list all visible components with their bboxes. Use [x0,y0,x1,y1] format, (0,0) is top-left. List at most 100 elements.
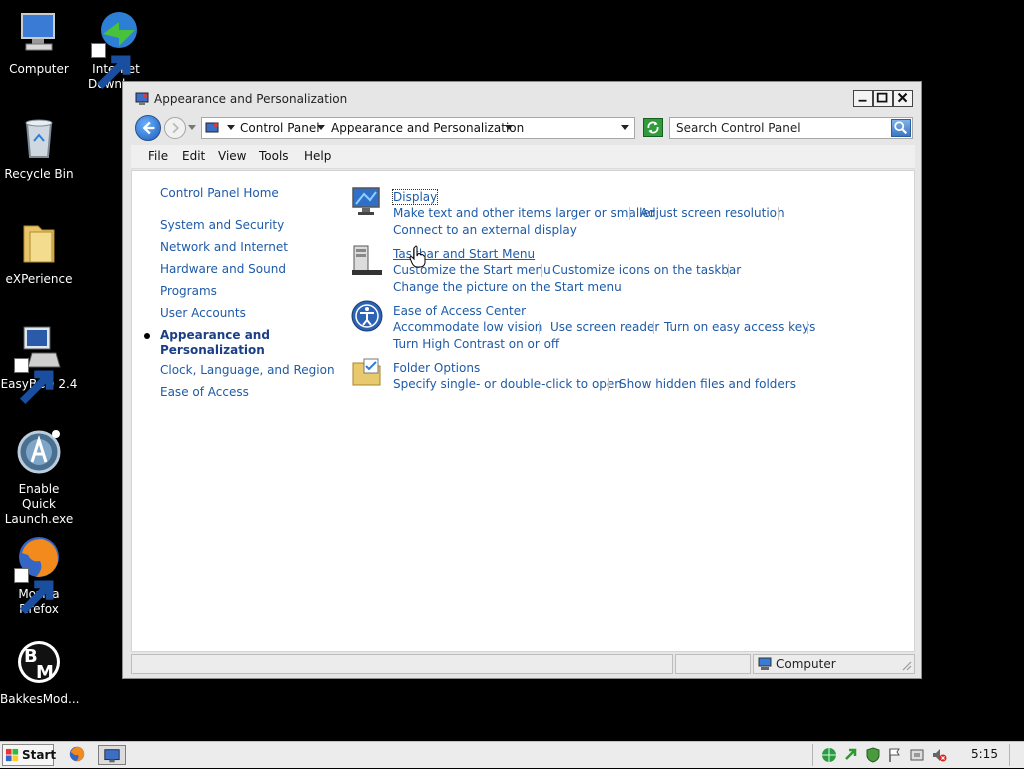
desktop-icon-recycle-bin[interactable]: Recycle Bin [0,113,78,182]
desktop-icon-computer[interactable]: Computer [0,8,78,77]
link-single-double-click[interactable]: Specify single- or double-click to open [393,377,622,391]
title-bar[interactable]: Appearance and Personalization [123,82,921,114]
ease-of-access-icon [350,299,384,333]
minimize-icon [858,99,867,102]
menu-help[interactable]: Help [304,149,331,163]
action-center-flag-icon[interactable] [887,747,903,763]
link-easy-access-keys[interactable]: Turn on easy access keys [664,320,815,334]
breadcrumb-root-arrow[interactable] [227,125,235,130]
recent-pages-dropdown[interactable] [188,125,196,130]
computer-icon [758,657,772,670]
clock[interactable]: 5:15 [971,747,998,761]
control-panel-icon [205,121,220,136]
link-adjust-resolution[interactable]: Adjust screen resolution [640,206,785,220]
sidebar-item-system-security[interactable]: System and Security [160,218,284,232]
link-customize-taskbar-icons[interactable]: Customize icons on the taskbar [552,263,741,277]
breadcrumb-arrow[interactable] [505,125,513,130]
svg-text:M: M [36,662,54,683]
desktop-icon-experience[interactable]: eXPerience [0,218,78,287]
desktop-icon-bakkesmod[interactable]: BM BakkesMod... [0,638,79,707]
menu-view[interactable]: View [218,149,246,163]
desktop-icon-firefox[interactable]: Mozilla Firefox [0,533,78,617]
show-desktop-button[interactable] [1009,744,1021,766]
category-title-ease-of-access[interactable]: Ease of Access Center [393,304,526,318]
link-change-start-picture[interactable]: Change the picture on the Start menu [393,280,622,294]
minimize-button[interactable] [853,90,873,107]
shortcut-arrow-icon [14,568,54,615]
sidebar-item-ease-of-access[interactable]: Ease of Access [160,385,249,399]
sidebar-item-programs[interactable]: Programs [160,284,217,298]
forward-button[interactable] [164,117,186,139]
network-globe-icon[interactable] [821,747,837,763]
link-separator [541,264,542,277]
sidebar-item-hardware-sound[interactable]: Hardware and Sound [160,262,286,276]
forward-arrow-icon [172,122,180,134]
back-arrow-icon [142,121,155,135]
desktop-icon-easybcd[interactable]: EasyBCD 2.4 [0,323,78,405]
address-bar[interactable]: Control Panel Appearance and Personaliza… [201,117,635,139]
category-title-display[interactable]: Display [391,189,439,205]
menu-edit[interactable]: Edit [182,149,205,163]
link-accommodate-low-vision[interactable]: Accommodate low vision [393,320,542,334]
search-icon [894,121,908,135]
back-button[interactable] [135,115,161,141]
link-connect-external-display[interactable]: Connect to an external display [393,223,577,237]
hand-cursor-icon [409,245,427,269]
sidebar-control-panel-home[interactable]: Control Panel Home [160,186,279,200]
window-title: Appearance and Personalization [154,92,348,106]
maximize-icon [876,92,888,103]
status-zone-text: Computer [776,657,836,671]
start-button[interactable]: Start [2,744,57,766]
system-tray: 5:15 [812,744,1022,766]
volume-muted-icon[interactable] [931,747,947,763]
link-show-hidden-files[interactable]: Show hidden files and folders [619,377,796,391]
bakkesmod-icon: BM [14,638,64,688]
folder-icon [14,218,64,268]
maximize-button[interactable] [873,90,893,107]
address-dropdown-arrow[interactable] [621,125,629,130]
security-shield-icon[interactable] [865,747,881,763]
desktop-icon-label: eXPerience [5,272,73,286]
link-make-text-larger[interactable]: Make text and other items larger or smal… [393,206,655,220]
content-pane: Control Panel Home System and Security N… [131,170,915,652]
link-high-contrast[interactable]: Turn High Contrast on or off [393,337,559,351]
download-manager-icon[interactable] [843,747,859,763]
menu-file[interactable]: File [148,149,168,163]
taskbar-control-panel[interactable] [98,745,126,765]
search-input[interactable] [670,118,888,138]
control-panel-window: Appearance and Personalization Control P… [122,81,922,679]
sidebar-item-network-internet[interactable]: Network and Internet [160,240,288,254]
status-bar: Computer [131,654,915,674]
resize-grip-icon[interactable] [900,659,912,671]
refresh-button[interactable] [643,118,663,137]
link-separator [728,264,729,277]
desktop-icon-internet-download-manager[interactable]: Internet Downlo... [77,8,155,92]
breadcrumb-appearance[interactable]: Appearance and Personalization [331,121,524,135]
status-pane-main [131,654,673,674]
sidebar-item-appearance-personalization[interactable]: Appearance and Personalization [160,328,270,358]
firefox-icon [14,533,64,615]
taskbar-start-menu-icon [350,243,384,277]
desktop-icon-enable-quick-launch[interactable]: Enable Quick Launch.exe [0,428,78,527]
breadcrumb-control-panel[interactable]: Control Panel [240,121,320,135]
breadcrumb-arrow[interactable] [317,125,325,130]
internet-download-manager-icon [91,8,141,90]
menu-tools[interactable]: Tools [259,149,289,163]
taskbar-firefox[interactable] [68,745,90,765]
easybcd-icon [14,323,64,405]
sidebar-item-clock-language-region[interactable]: Clock, Language, and Region [160,363,335,377]
category-title-folder-options[interactable]: Folder Options [393,361,480,375]
shortcut-arrow-icon [14,358,54,405]
desktop-icon-label: Enable Quick Launch.exe [4,482,74,526]
link-use-screen-reader[interactable]: Use screen reader [550,320,659,334]
link-separator [778,207,779,220]
link-separator [608,378,609,391]
close-icon [897,92,908,103]
close-button[interactable] [893,90,913,107]
search-box[interactable] [669,117,913,139]
start-label: Start [22,748,57,762]
active-item-bullet [144,333,150,339]
sidebar-item-user-accounts[interactable]: User Accounts [160,306,246,320]
search-button[interactable] [891,119,911,137]
device-icon[interactable] [909,747,925,763]
